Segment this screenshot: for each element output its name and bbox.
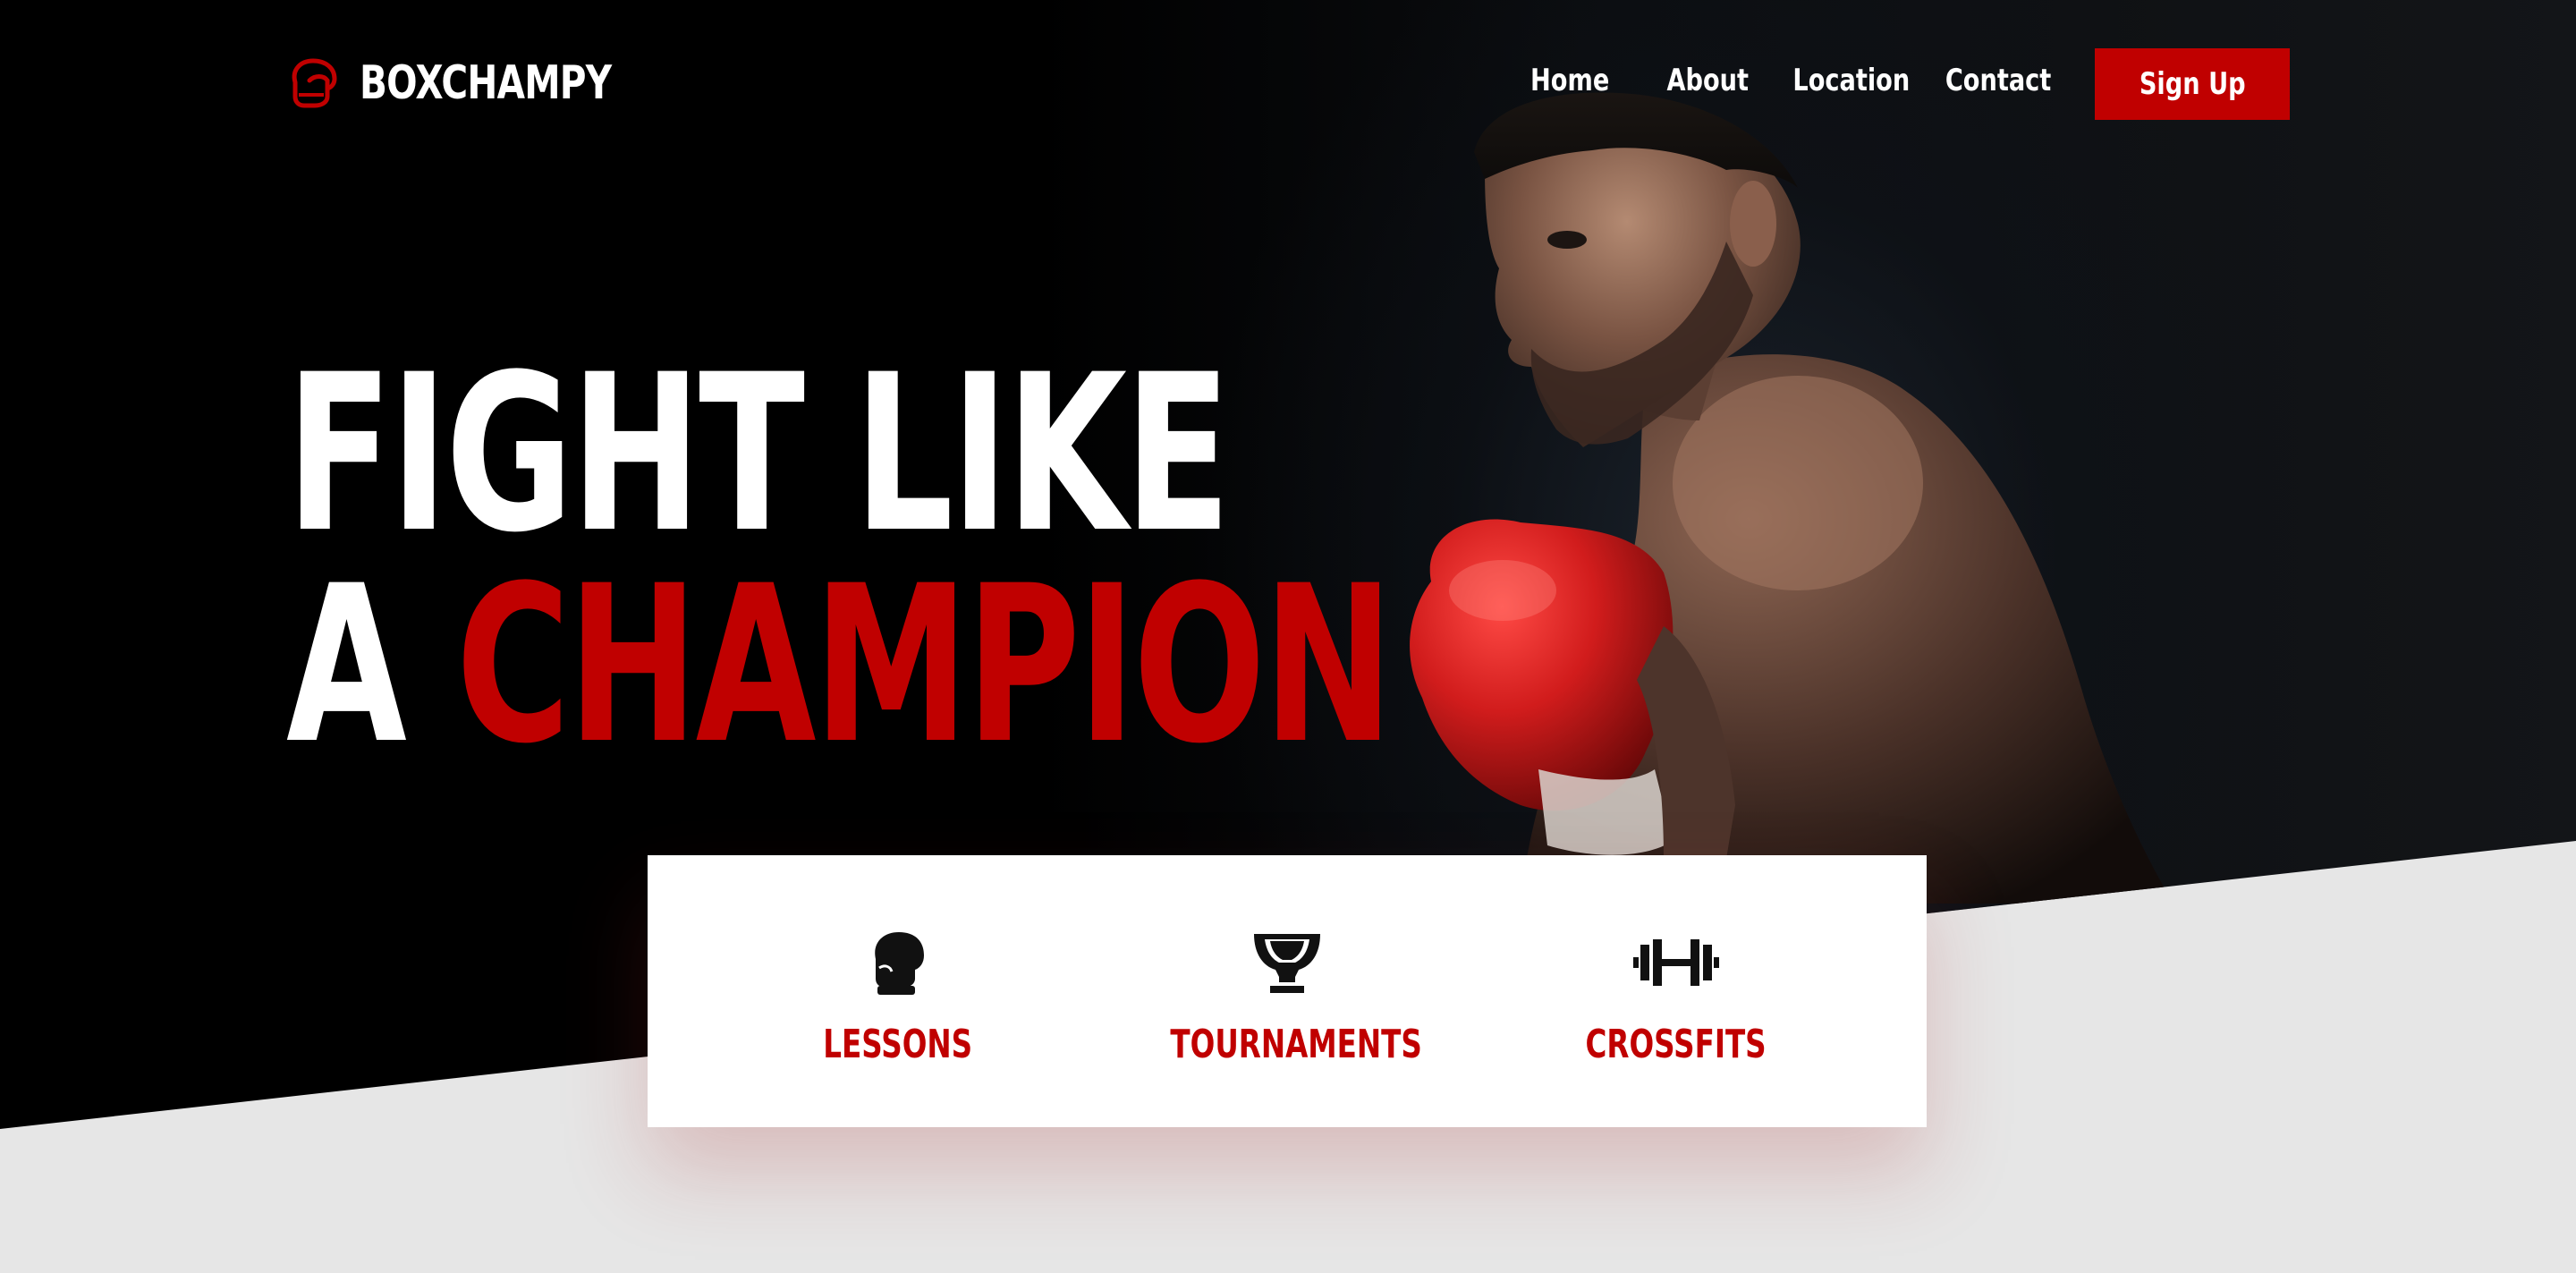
brand-logo[interactable]: BOXCHAMPY	[288, 52, 682, 115]
headline-line-2-prefix: A	[286, 539, 407, 792]
sign-up-label: Sign Up	[2139, 66, 2246, 102]
services-card: LESSONS TOURNAMENTS CROSSFITS	[648, 855, 1927, 1127]
service-lessons[interactable]: LESSONS	[737, 927, 1059, 1067]
service-label-crossfits: CROSSFITS	[1585, 1022, 1767, 1067]
service-tournaments[interactable]: TOURNAMENTS	[1126, 927, 1448, 1067]
trophy-icon	[1254, 934, 1320, 993]
headline-highlight: CHAMPION	[455, 539, 1394, 792]
dumbbell-icon	[1633, 939, 1719, 986]
service-crossfits[interactable]: CROSSFITS	[1515, 927, 1837, 1067]
service-label-tournaments: TOURNAMENTS	[1170, 1022, 1422, 1067]
boxing-glove-outline-icon	[292, 58, 337, 108]
sign-up-button[interactable]: Sign Up	[2095, 48, 2290, 120]
nav-link-contact[interactable]: Contact	[1945, 63, 2052, 98]
hero-headline: FIGHT LIKE A CHAMPION	[286, 346, 1394, 774]
boxing-glove-icon	[875, 932, 924, 995]
brand-name: BOXCHAMPY	[360, 56, 612, 110]
service-label-lessons: LESSONS	[823, 1022, 973, 1067]
nav-link-location[interactable]: Location	[1792, 63, 1910, 98]
nav-link-home[interactable]: Home	[1530, 63, 1609, 98]
nav-link-about[interactable]: About	[1666, 63, 1749, 98]
